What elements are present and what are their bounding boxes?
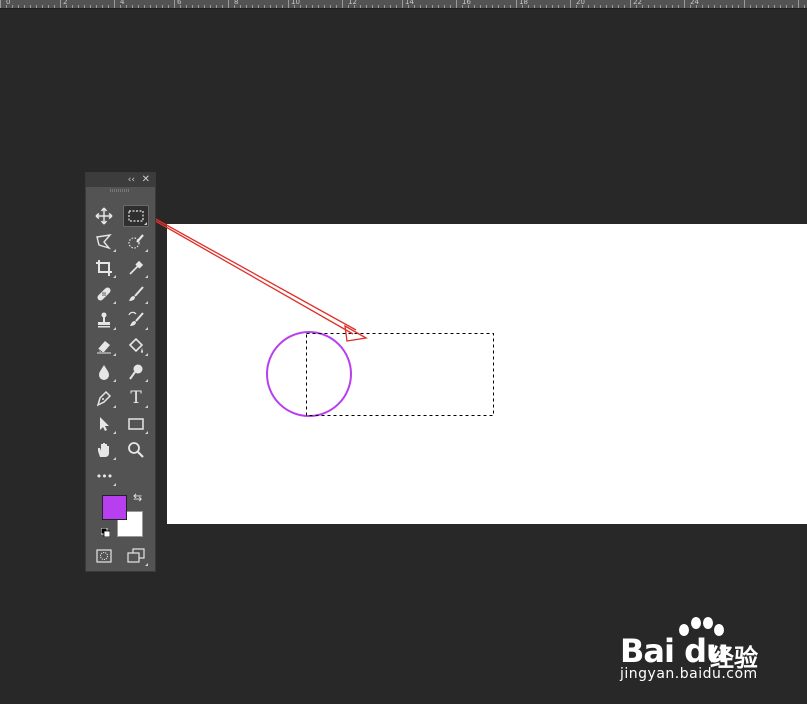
eraser-icon: [97, 341, 111, 354]
rectangle-tool[interactable]: [123, 413, 149, 435]
rectangular-marquee-tool[interactable]: [123, 205, 149, 227]
swap-colors-icon[interactable]: ⇆: [133, 491, 142, 504]
tool-group-indicator: [145, 379, 148, 382]
crop-icon: [96, 260, 112, 276]
magnifier-icon: [128, 442, 144, 458]
baidu-watermark: Bai du 经验 jingyan.baidu.com: [620, 614, 800, 689]
ellipsis-icon: •••: [95, 469, 113, 483]
default-colors-icon[interactable]: [101, 528, 110, 537]
drop-icon: [99, 365, 109, 380]
quick-mask-mode-button[interactable]: [91, 545, 117, 567]
eyedropper-tool[interactable]: [123, 257, 149, 279]
paint-bucket-tool[interactable]: [123, 335, 149, 357]
healing-brush-tool[interactable]: [91, 283, 117, 305]
paint-bucket-icon: [128, 337, 144, 353]
tool-group-indicator: [145, 431, 148, 434]
stamp-icon: [98, 312, 110, 328]
tools-panel-header[interactable]: ‹‹ ✕: [86, 173, 155, 187]
history-brush-tool[interactable]: [123, 309, 149, 331]
foreground-color-swatch[interactable]: [102, 495, 127, 520]
dodge-icon: [129, 364, 143, 380]
tool-group-indicator: [113, 353, 116, 356]
path-selection-tool[interactable]: [91, 413, 117, 435]
panel-grip-handle[interactable]: [110, 189, 130, 192]
pen-tool[interactable]: [91, 387, 117, 409]
move-icon: [95, 207, 113, 225]
brush-tool[interactable]: [123, 283, 149, 305]
tools-panel[interactable]: ‹‹ ✕ T ••• ⇆: [85, 172, 156, 572]
tool-group-indicator: [113, 301, 116, 304]
dodge-tool[interactable]: [123, 361, 149, 383]
move-tool[interactable]: [91, 205, 117, 227]
quick-selection-icon: [128, 234, 144, 249]
tool-group-indicator: [144, 222, 147, 225]
tool-group-indicator: [113, 275, 116, 278]
collapse-panel-button[interactable]: ‹‹: [128, 173, 135, 187]
edit-toolbar-button[interactable]: •••: [91, 465, 117, 487]
marquee-selection[interactable]: [306, 333, 494, 416]
eraser-tool[interactable]: [91, 335, 117, 357]
history-brush-icon: [128, 311, 144, 326]
annotation-arrow: [151, 216, 368, 342]
brush-icon: [129, 286, 144, 301]
crop-tool[interactable]: [91, 257, 117, 279]
rectangle-icon: [128, 418, 144, 430]
hand-icon: [98, 443, 109, 457]
tool-group-indicator: [113, 431, 116, 434]
tool-group-indicator: [145, 249, 148, 252]
tool-group-indicator: [113, 249, 116, 252]
tool-group-indicator: [145, 405, 148, 408]
close-panel-button[interactable]: ✕: [142, 173, 150, 187]
tool-group-indicator: [145, 327, 148, 330]
type-icon: T: [130, 387, 142, 408]
tool-group-indicator: [113, 405, 116, 408]
type-tool[interactable]: T: [123, 387, 149, 409]
screen-mode-button[interactable]: [123, 545, 149, 567]
arrow-pointer-icon: [100, 417, 109, 431]
tool-group-indicator: [113, 379, 116, 382]
tool-group-indicator: [113, 457, 116, 460]
tool-group-indicator: [145, 563, 148, 566]
tool-group-indicator: [113, 483, 116, 486]
bandage-icon: [97, 287, 111, 301]
quick-selection-tool[interactable]: [123, 231, 149, 253]
hand-tool[interactable]: [91, 439, 117, 461]
clone-stamp-tool[interactable]: [91, 309, 117, 331]
quick-mask-icon: [96, 549, 112, 563]
tool-group-indicator: [145, 301, 148, 304]
tool-group-indicator: [145, 275, 148, 278]
lasso-tool[interactable]: [91, 231, 117, 253]
polygonal-lasso-icon: [96, 234, 112, 250]
tool-group-indicator: [145, 353, 148, 356]
pen-icon: [96, 390, 112, 407]
screen-mode-icon: [127, 548, 145, 563]
blur-tool[interactable]: [91, 361, 117, 383]
marquee-icon: [128, 210, 144, 222]
zoom-tool[interactable]: [123, 439, 149, 461]
tool-group-indicator: [113, 327, 116, 330]
purple-circle-shape: [266, 331, 352, 417]
watermark-url: jingyan.baidu.com: [620, 666, 758, 682]
eyedropper-icon: [129, 260, 144, 275]
